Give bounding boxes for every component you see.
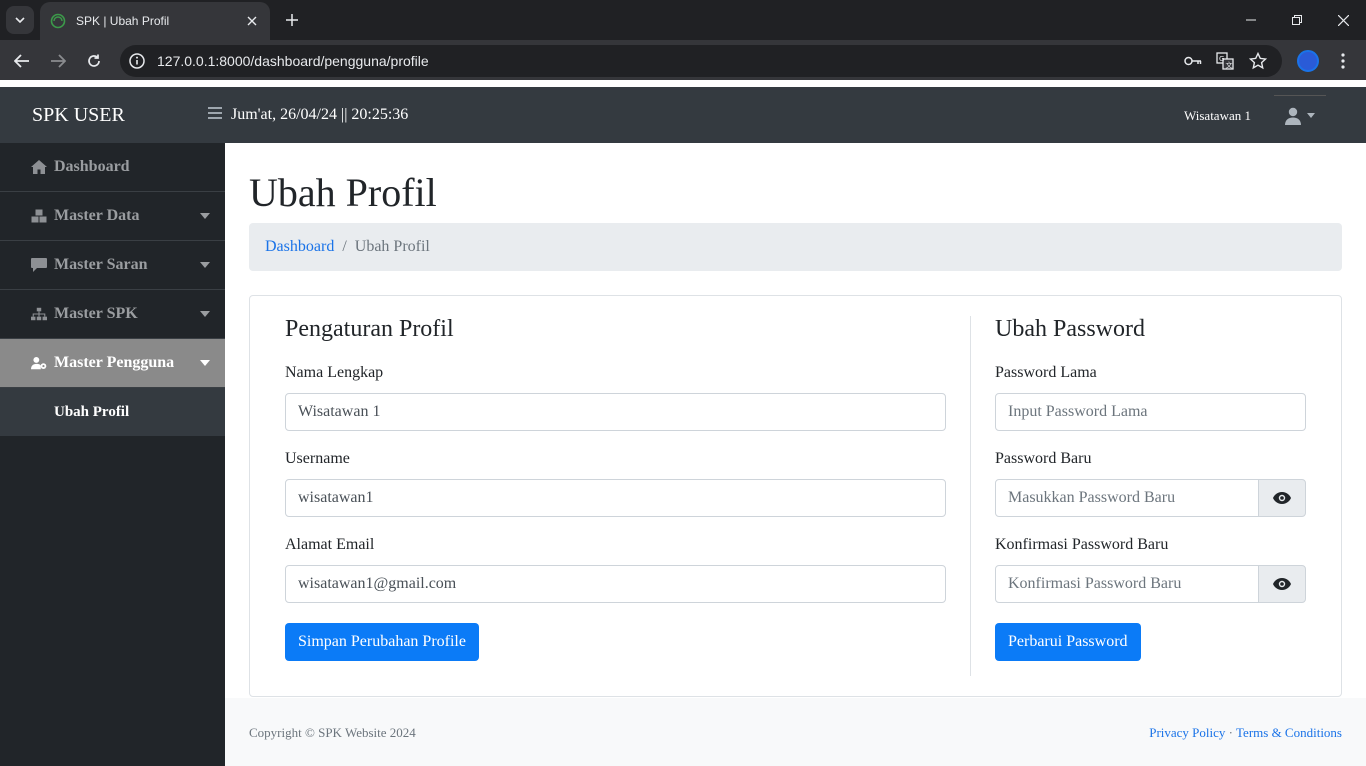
reload-icon <box>88 54 100 67</box>
browser-tab[interactable]: SPK | Ubah Profil <box>40 2 270 40</box>
sidebar-toggle-icon[interactable] <box>208 106 224 122</box>
new-tab-button[interactable] <box>282 10 302 30</box>
save-profile-button[interactable]: Simpan Perubahan Profile <box>285 623 479 661</box>
tab-search-button[interactable] <box>6 6 34 34</box>
user-cog-icon <box>31 355 47 371</box>
chevron-down-icon <box>15 17 25 23</box>
bookmark-star-icon[interactable] <box>1249 45 1267 77</box>
sidebar-item-label: Master Data <box>54 207 140 224</box>
cubes-icon <box>31 208 47 224</box>
sitemap-icon <box>31 306 47 322</box>
address-bar[interactable]: 127.0.0.1:8000/dashboard/pengguna/profil… <box>120 45 1282 77</box>
username-label: Wisatawan 1 <box>1184 108 1251 123</box>
comment-icon <box>31 257 47 273</box>
profile-avatar[interactable] <box>1297 50 1319 72</box>
profile-card: Pengaturan Profil Nama Lengkap Wisatawan… <box>249 295 1342 697</box>
breadcrumb-current: Ubah Profil <box>354 238 430 255</box>
sidebar-item-label: Master SPK <box>54 305 138 322</box>
new-password-label: Password Baru <box>995 450 1092 467</box>
back-button[interactable] <box>9 48 35 74</box>
main-content: Ubah Profil Dashboard / Ubah Profil Peng… <box>225 143 1366 766</box>
sidebar-item-label: Master Saran <box>54 256 148 273</box>
sidebar-item-master-data[interactable]: Master Data <box>0 192 225 241</box>
url-text: 127.0.0.1:8000/dashboard/pengguna/profil… <box>157 53 429 69</box>
sidebar-item-label: Dashboard <box>54 158 130 175</box>
sidebar-item-master-spk[interactable]: Master SPK <box>0 290 225 339</box>
update-password-button[interactable]: Perbarui Password <box>995 623 1141 661</box>
caret-down-icon <box>1307 113 1315 118</box>
toggle-new-password-button[interactable] <box>1258 479 1306 517</box>
close-window-button[interactable] <box>1320 0 1366 40</box>
email-input[interactable]: wisatawan1@gmail.com <box>285 565 946 603</box>
sidebar-item-master-pengguna[interactable]: Master Pengguna <box>0 339 225 388</box>
app: SPK USER Jum'at, 26/04/24 || 20:25:36 Wi… <box>0 87 1366 766</box>
footer-links: Privacy Policy · Terms & Conditions <box>1149 725 1342 741</box>
sidebar-subitem-ubah-profil[interactable]: Ubah Profil <box>0 388 225 436</box>
minimize-button[interactable] <box>1228 0 1274 40</box>
sidebar-item-master-saran[interactable]: Master Saran <box>0 241 225 290</box>
browser-toolbar: 127.0.0.1:8000/dashboard/pengguna/profil… <box>0 40 1366 80</box>
caret-down-icon <box>200 213 210 219</box>
terms-link[interactable]: Terms & Conditions <box>1236 725 1342 740</box>
translate-icon[interactable]: G文 <box>1216 45 1234 77</box>
minimize-icon <box>1246 19 1256 21</box>
user-dropdown-toggle[interactable] <box>1274 95 1326 135</box>
breadcrumb-separator: / <box>342 238 347 255</box>
restore-button[interactable] <box>1274 0 1320 40</box>
eye-icon <box>1273 492 1291 504</box>
caret-down-icon <box>200 360 210 366</box>
name-input[interactable]: Wisatawan 1 <box>285 393 946 431</box>
copyright-text: Copyright © SPK Website 2024 <box>249 725 416 740</box>
footer-separator: · <box>1228 725 1233 740</box>
breadcrumb: Dashboard / Ubah Profil <box>249 223 1342 271</box>
favicon-icon <box>50 13 66 29</box>
new-password-input[interactable]: Masukkan Password Baru <box>995 479 1259 517</box>
svg-text:文: 文 <box>1226 61 1233 70</box>
profile-section-title: Pengaturan Profil <box>285 316 454 342</box>
name-label: Nama Lengkap <box>285 364 384 381</box>
sidebar-item-dashboard[interactable]: Dashboard <box>0 143 225 192</box>
browser-menu-icon[interactable] <box>1336 51 1350 71</box>
user-icon <box>1285 107 1301 125</box>
arrow-left-icon <box>14 54 29 68</box>
brand-link[interactable]: SPK USER <box>32 104 125 127</box>
close-icon <box>1337 14 1349 26</box>
svg-text:G: G <box>1219 55 1224 63</box>
column-divider <box>970 316 971 676</box>
sidebar-item-label: Master Pengguna <box>54 354 175 371</box>
caret-down-icon <box>200 311 210 317</box>
top-navbar: SPK USER Jum'at, 26/04/24 || 20:25:36 Wi… <box>0 87 1366 143</box>
close-tab-icon[interactable] <box>244 13 260 29</box>
reload-button[interactable] <box>81 48 107 74</box>
confirm-password-input[interactable]: Konfirmasi Password Baru <box>995 565 1259 603</box>
arrow-right-icon <box>51 54 66 68</box>
email-label: Alamat Email <box>285 536 375 553</box>
privacy-policy-link[interactable]: Privacy Policy <box>1149 725 1225 740</box>
old-password-label: Password Lama <box>995 364 1097 381</box>
caret-down-icon <box>200 262 210 268</box>
page-title: Ubah Profil <box>249 170 437 215</box>
plus-icon <box>286 14 298 26</box>
toggle-confirm-password-button[interactable] <box>1258 565 1306 603</box>
restore-icon <box>1292 15 1302 25</box>
sidebar: Dashboard Master Data Master Saran Maste… <box>0 143 225 766</box>
eye-icon <box>1273 578 1291 590</box>
datetime-display: Jum'at, 26/04/24 || 20:25:36 <box>231 106 409 123</box>
breadcrumb-home-link[interactable]: Dashboard <box>265 238 334 256</box>
old-password-input[interactable]: Input Password Lama <box>995 393 1306 431</box>
tab-title: SPK | Ubah Profil <box>76 14 170 28</box>
home-icon <box>31 159 47 175</box>
footer: Copyright © SPK Website 2024 Privacy Pol… <box>225 698 1366 766</box>
username-label: Username <box>285 450 350 467</box>
password-key-icon[interactable] <box>1184 45 1202 77</box>
forward-button[interactable] <box>45 48 71 74</box>
browser-tabstrip: SPK | Ubah Profil <box>0 0 1366 40</box>
confirm-password-label: Konfirmasi Password Baru <box>995 536 1169 553</box>
username-input[interactable]: wisatawan1 <box>285 479 946 517</box>
site-info-icon[interactable] <box>126 50 148 72</box>
password-section-title: Ubah Password <box>995 316 1145 342</box>
